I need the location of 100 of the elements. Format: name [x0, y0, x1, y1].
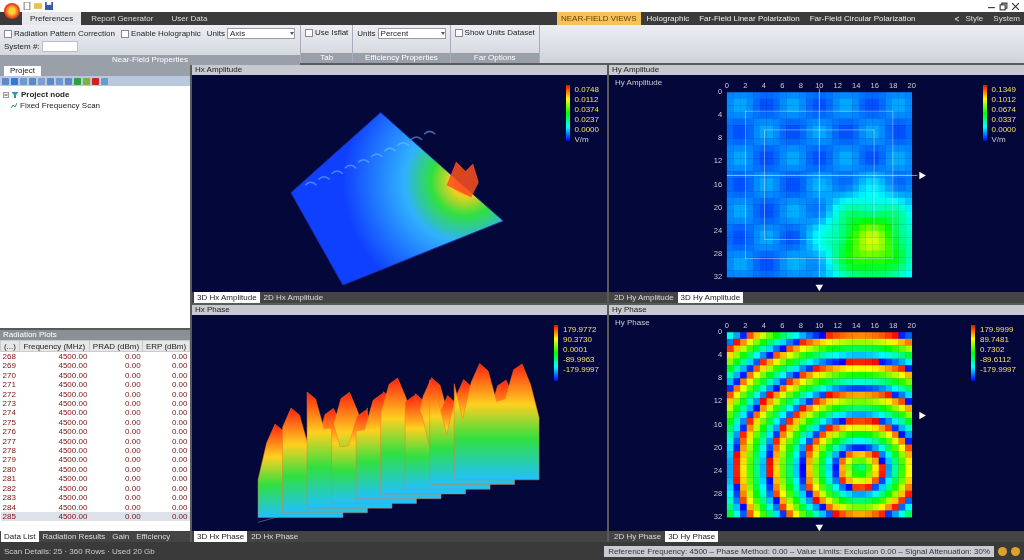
table-cell-text: 4500.00	[57, 370, 89, 381]
caret-icon	[290, 32, 294, 35]
app-logo[interactable]	[4, 3, 20, 19]
table-cell: 0.00	[142, 351, 190, 362]
view-tab[interactable]: NEAR-FIELD VIEWS	[556, 12, 641, 25]
column-header[interactable]: ERP (dBm)	[142, 340, 190, 352]
marker-icon	[919, 411, 926, 419]
axis-tick-label: 8	[718, 133, 723, 143]
table-row[interactable]: 269 4500.00 0.00 0.00	[0, 361, 190, 371]
axis-tick-label: 0	[718, 87, 723, 97]
dropdown-label: Units	[357, 29, 376, 38]
ribbon-tab[interactable]: Report Generator	[83, 12, 162, 25]
table-row[interactable]: 285 4500.00 0.00 0.00	[0, 511, 190, 522]
checkbox[interactable]	[305, 28, 313, 37]
tree-item[interactable]: Fixed Frequency Scan	[20, 101, 101, 110]
table-row[interactable]: 279 4500.00 0.00 0.00	[0, 455, 190, 465]
axis-tick-label: 0	[718, 326, 723, 336]
view-tab[interactable]: 2D Hy Phase	[611, 531, 665, 542]
share-icon[interactable]	[953, 15, 960, 22]
table-cell-text: 276	[1, 427, 17, 437]
view-tab[interactable]: 3D Hy Amplitude	[677, 291, 744, 303]
new-file-icon[interactable]	[23, 2, 31, 10]
units-dropdown[interactable]: Percent	[377, 28, 446, 39]
panel-tab[interactable]: Gain	[109, 531, 133, 542]
tree-item[interactable]: Project node	[21, 90, 70, 99]
table-cell: 284	[0, 502, 20, 512]
table-row[interactable]: 268 4500.00 0.00 0.00	[0, 351, 190, 362]
legend-value: 0.1012	[991, 95, 1016, 104]
table-row[interactable]: 283 4500.00 0.00 0.00	[0, 493, 190, 503]
field-label: System #:	[4, 42, 40, 51]
checkbox[interactable]	[4, 29, 12, 38]
table-cell-text: 0.00	[124, 427, 142, 437]
menu-item[interactable]: Style	[961, 12, 988, 25]
column-header[interactable]: Frequency (MHz)	[19, 340, 90, 352]
table-row[interactable]: 273 4500.00 0.00 0.00	[0, 399, 190, 409]
table-cell: 0.00	[89, 502, 143, 512]
table-row[interactable]: 270 4500.00 0.00 0.00	[0, 370, 190, 381]
checkbox[interactable]	[120, 29, 129, 38]
column-header[interactable]: PRAD (dBm)	[89, 340, 143, 352]
table-row[interactable]: 282 4500.00 0.00 0.00	[0, 483, 190, 494]
scan-icon	[11, 102, 17, 109]
axis-tick-label: 6	[780, 81, 785, 91]
table-row[interactable]: 275 4500.00 0.00 0.00	[0, 417, 190, 428]
panel-title: Hx Amplitude	[192, 65, 607, 75]
table-cell-text: 4500.00	[57, 408, 89, 418]
axis-tick-label: 2	[743, 320, 748, 330]
menu-item[interactable]: System	[989, 12, 1024, 25]
table-cell-text: 0.00	[170, 408, 189, 418]
input-field[interactable]	[41, 41, 78, 52]
group-label: Far Options	[450, 53, 539, 63]
axis-tick-label: 16	[713, 419, 723, 429]
table-cell-text: 0.00	[124, 493, 142, 503]
collapse-icon[interactable]	[3, 91, 9, 98]
legend-value: 0.0237	[574, 115, 599, 124]
table-row[interactable]: 281 4500.00 0.00 0.00	[0, 474, 190, 484]
view-tab[interactable]: 3D Hx Phase	[194, 531, 248, 542]
view-tab[interactable]: 2D Hx Phase	[248, 531, 302, 542]
save-icon[interactable]	[45, 2, 53, 10]
table-cell-text: 280	[1, 464, 17, 475]
column-header[interactable]: (...)	[0, 340, 20, 352]
view-tab[interactable]: Holographic	[642, 12, 694, 25]
table-row[interactable]: 272 4500.00 0.00 0.00	[0, 389, 190, 400]
table-row[interactable]: 271 4500.00 0.00 0.00	[0, 380, 190, 390]
view-tab[interactable]: 2D Hy Amplitude	[611, 291, 677, 303]
legend-value: 0.0001	[562, 344, 589, 354]
panel-tab[interactable]: Efficiency	[133, 531, 174, 542]
ribbon-tab[interactable]: User Data	[163, 12, 216, 25]
axis-tick-label: 16	[870, 320, 879, 330]
table-cell-text: 0.00	[170, 399, 189, 409]
axis-tick-label: 12	[713, 395, 723, 405]
color-scale-bar	[553, 324, 558, 381]
restore-icon[interactable]	[999, 1, 1008, 11]
table-cell: 0.00	[142, 511, 190, 522]
axis-tick-label: 14	[852, 320, 861, 330]
table-row[interactable]: 280 4500.00 0.00 0.00	[0, 464, 190, 475]
legend-unit: V/m	[574, 135, 590, 144]
axis-tick-label: 4	[761, 81, 766, 91]
table-row[interactable]: 284 4500.00 0.00 0.00	[0, 502, 190, 512]
close-icon[interactable]	[1011, 1, 1020, 11]
panel-tab[interactable]: Data List	[1, 531, 39, 542]
table-cell-text: 4500.00	[57, 455, 89, 465]
group-label: Efficiency Properties	[353, 53, 450, 63]
table-cell: 0.00	[89, 511, 143, 522]
table-row[interactable]: 277 4500.00 0.00 0.00	[0, 436, 190, 447]
panel-tab[interactable]: Project	[4, 66, 41, 76]
axis-tick-label: 32	[713, 272, 723, 281]
view-tab[interactable]: Far-Field Linear Polarization	[695, 12, 804, 25]
table-cell-text: 0.00	[170, 464, 189, 475]
table-row[interactable]: 278 4500.00 0.00 0.00	[0, 446, 190, 456]
view-tab[interactable]: Far-Field Circular Polarization	[805, 12, 920, 25]
ribbon-tab[interactable]: Preferences	[22, 12, 82, 25]
view-tab[interactable]: 3D Hx Amplitude	[194, 291, 260, 303]
units-dropdown[interactable]: Axis	[227, 28, 295, 39]
table-row[interactable]: 276 4500.00 0.00 0.00	[0, 427, 190, 437]
table-row[interactable]: 274 4500.00 0.00 0.00	[0, 408, 190, 418]
view-tab[interactable]: 2D Hx Amplitude	[260, 291, 327, 303]
checkbox[interactable]	[454, 28, 463, 37]
panel-tab[interactable]: Radiation Results	[39, 531, 109, 542]
marker-icon	[919, 171, 926, 180]
view-tab[interactable]: 3D Hy Phase	[665, 531, 719, 542]
